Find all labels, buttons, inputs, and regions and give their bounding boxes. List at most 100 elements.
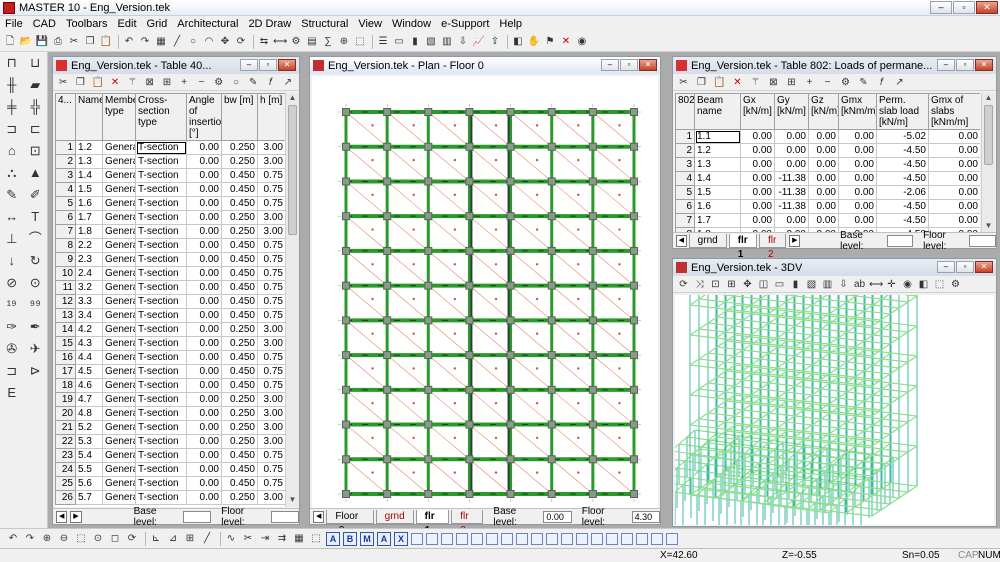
row-header[interactable]: 7 bbox=[55, 224, 76, 239]
table-row[interactable]: 102.4General rT-section0.000.4500.75 bbox=[55, 266, 285, 281]
delete-row-icon[interactable]: ⊠ bbox=[144, 76, 156, 89]
table-cell[interactable]: 1.3 bbox=[75, 154, 103, 169]
column[interactable] bbox=[506, 316, 515, 325]
column[interactable] bbox=[424, 246, 433, 255]
table-cell[interactable]: T-section bbox=[135, 448, 187, 463]
column[interactable] bbox=[588, 351, 597, 360]
dimension-icon[interactable]: ⟷ bbox=[869, 278, 883, 291]
table-cell[interactable]: 0.75 bbox=[257, 448, 285, 463]
column[interactable] bbox=[506, 177, 515, 186]
column-header[interactable]: Gmx [kNm/m] bbox=[838, 93, 877, 130]
row-header[interactable]: 5 bbox=[675, 185, 695, 200]
column[interactable] bbox=[424, 316, 433, 325]
paste-icon[interactable]: 📋 bbox=[92, 76, 104, 89]
table-cell[interactable]: 0.75 bbox=[257, 350, 285, 365]
table-cell[interactable]: 0.450 bbox=[221, 182, 258, 197]
floor-plan[interactable] bbox=[312, 76, 658, 508]
slab-diagonal[interactable] bbox=[510, 459, 552, 495]
row-header[interactable]: 1 bbox=[675, 129, 695, 144]
load-view-icon[interactable]: ⇩ bbox=[837, 278, 850, 291]
table-cell[interactable]: 0.00 bbox=[928, 171, 980, 186]
tab-flr-2[interactable]: flr 2 bbox=[759, 233, 787, 260]
table-cell[interactable]: 3.00 bbox=[257, 322, 285, 337]
table-cell[interactable]: 2.2 bbox=[75, 238, 103, 253]
redo-icon[interactable]: ↷ bbox=[23, 532, 37, 546]
table-row[interactable]: 154.3General rT-section0.000.2503.00 bbox=[55, 336, 285, 351]
slab-diagonal[interactable] bbox=[428, 181, 470, 217]
column[interactable] bbox=[588, 420, 597, 429]
slab-marker[interactable] bbox=[618, 228, 621, 231]
table-cell[interactable]: 0.00 bbox=[186, 462, 222, 477]
save-icon[interactable]: 💾 bbox=[35, 35, 49, 49]
slab-marker[interactable] bbox=[453, 401, 457, 405]
table-row[interactable]: 255.6General rT-section0.000.4500.75 bbox=[55, 476, 285, 491]
redo-icon[interactable]: ↷ bbox=[138, 35, 152, 49]
slab-icon[interactable]: ▧ bbox=[424, 35, 438, 49]
slab-diagonal[interactable] bbox=[469, 215, 511, 252]
slab-marker[interactable] bbox=[453, 367, 457, 370]
menu-grid[interactable]: Grid bbox=[142, 16, 173, 32]
paste-icon[interactable]: 📋 bbox=[99, 35, 113, 49]
slab-diagonal[interactable] bbox=[386, 111, 429, 147]
menu-structural[interactable]: Structural bbox=[296, 16, 353, 32]
element-tool-icon[interactable]: E bbox=[3, 385, 21, 401]
slab-diagonal[interactable] bbox=[551, 389, 594, 425]
view3d-close-button[interactable]: ✕ bbox=[975, 261, 993, 273]
slab-marker[interactable] bbox=[494, 193, 498, 197]
column[interactable] bbox=[424, 385, 433, 394]
model-icon[interactable] bbox=[666, 532, 678, 545]
table-cell[interactable]: -11.38 bbox=[774, 185, 809, 200]
table-cell[interactable]: General r bbox=[102, 322, 136, 337]
slab-marker[interactable] bbox=[618, 332, 621, 335]
slab-marker[interactable] bbox=[618, 158, 621, 162]
table-cell[interactable]: T-section bbox=[135, 196, 187, 211]
edit-icon[interactable]: ✎ bbox=[857, 76, 870, 89]
view3d-titlebar[interactable]: Eng_Version.tek - 3DV – ▫ ✕ bbox=[673, 259, 996, 276]
table-row[interactable]: 51.6General rT-section0.000.4500.75 bbox=[55, 196, 285, 211]
row-header[interactable]: 12 bbox=[55, 294, 76, 309]
hinge-tool-icon[interactable]: ⌒ bbox=[26, 231, 44, 247]
column-header[interactable]: Gx [kN/m] bbox=[740, 93, 775, 130]
slab-diagonal[interactable] bbox=[345, 424, 388, 460]
slab-marker[interactable] bbox=[371, 158, 374, 162]
slab-diagonal[interactable] bbox=[345, 250, 388, 286]
opening-tool-icon[interactable]: ⌂ bbox=[3, 143, 21, 159]
table-cell[interactable]: -11.38 bbox=[774, 199, 809, 214]
slab-marker[interactable] bbox=[535, 193, 539, 197]
slab-marker[interactable] bbox=[535, 263, 539, 266]
view3d-maximize-button[interactable]: ▫ bbox=[956, 261, 974, 273]
row-header[interactable]: 4 bbox=[675, 171, 695, 186]
column[interactable] bbox=[424, 490, 433, 498]
row-header[interactable]: 6 bbox=[55, 210, 76, 225]
column[interactable] bbox=[547, 212, 556, 221]
table-cell[interactable]: 4.7 bbox=[75, 392, 103, 407]
slab-diagonal[interactable] bbox=[592, 215, 635, 252]
slab-diagonal[interactable] bbox=[592, 146, 635, 182]
column[interactable] bbox=[506, 212, 515, 221]
column[interactable] bbox=[588, 108, 597, 116]
table-cell[interactable]: 5.6 bbox=[75, 476, 103, 491]
edit-icon[interactable]: ✎ bbox=[247, 76, 259, 89]
settings-icon[interactable]: ⚙ bbox=[289, 35, 303, 49]
slab-view-icon[interactable]: ▧ bbox=[805, 278, 818, 291]
column[interactable] bbox=[342, 385, 350, 394]
table-cell[interactable]: 0.00 bbox=[774, 143, 809, 158]
table-cell[interactable]: 0.450 bbox=[221, 364, 258, 379]
slab-marker[interactable] bbox=[494, 332, 498, 335]
insert-row-icon[interactable]: ⊞ bbox=[161, 76, 173, 89]
delete-row-icon[interactable]: ⊠ bbox=[767, 76, 780, 89]
slab-marker[interactable] bbox=[577, 367, 580, 370]
table-row[interactable]: 92.3General rT-section0.000.4500.75 bbox=[55, 252, 285, 267]
column[interactable] bbox=[506, 351, 515, 360]
table-cell[interactable]: 0.75 bbox=[257, 462, 285, 477]
table-cell[interactable]: 0.00 bbox=[928, 129, 980, 144]
table-cell[interactable]: 0.00 bbox=[186, 238, 222, 253]
member-table-minimize-button[interactable]: – bbox=[240, 59, 258, 71]
slab-marker[interactable] bbox=[453, 332, 457, 335]
snap-mid-icon[interactable] bbox=[501, 532, 513, 545]
table-row[interactable]: 71.8General rT-section0.000.2503.00 bbox=[55, 224, 285, 239]
column[interactable] bbox=[630, 246, 638, 255]
table-cell[interactable]: T-section bbox=[135, 462, 187, 477]
roof-tool-icon[interactable]: ⛬ bbox=[3, 165, 21, 181]
load-icon[interactable]: ⇩ bbox=[456, 35, 470, 49]
